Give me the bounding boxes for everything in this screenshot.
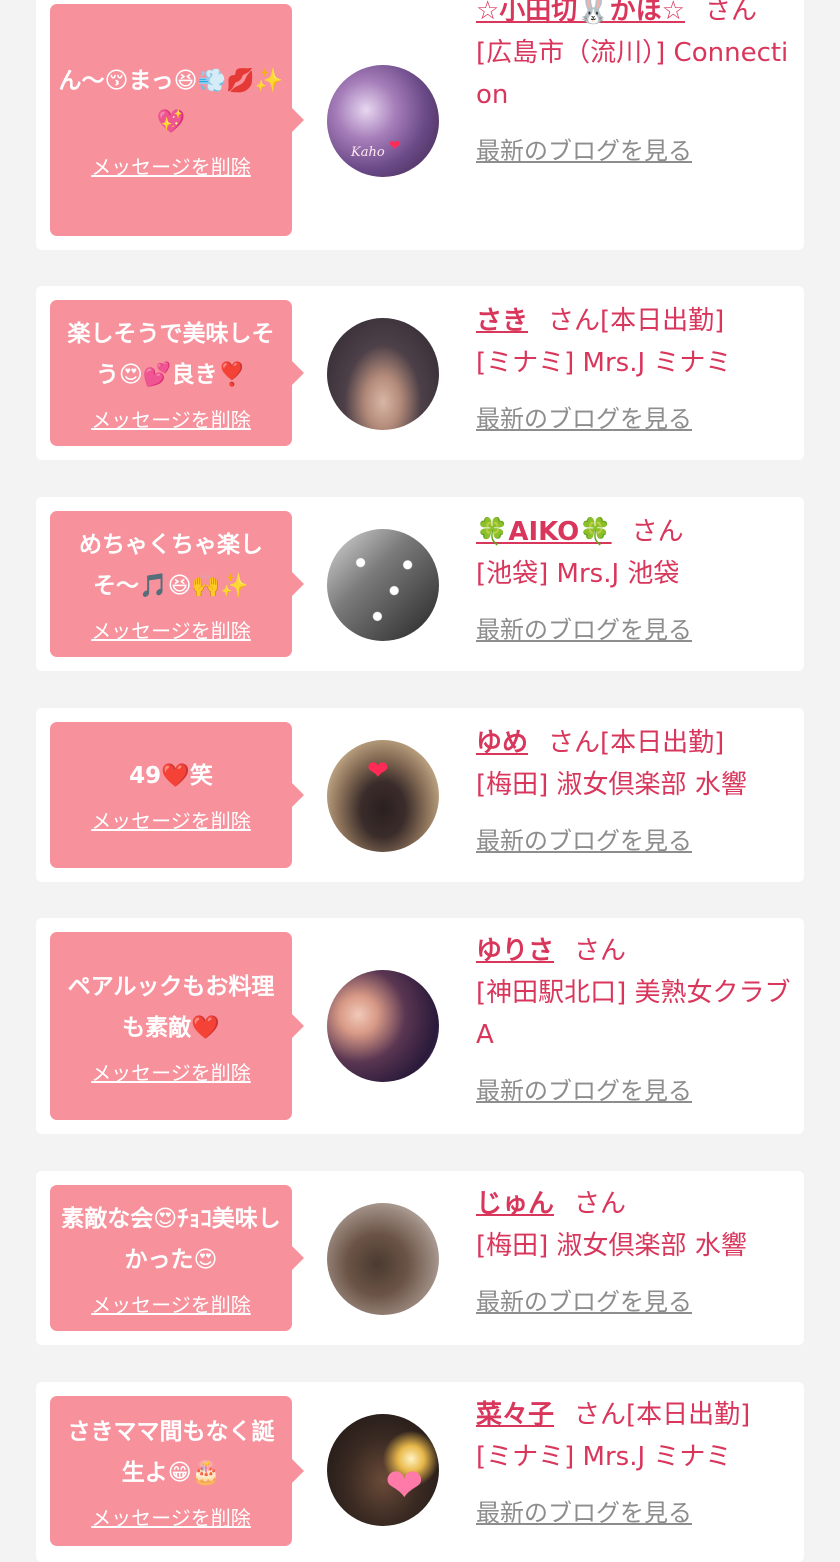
honorific: さん <box>631 517 684 547</box>
message-text: 素敵な会😍ﾁｮｺ美味しかった😍 <box>61 1205 281 1273</box>
work-status: [本日出勤] <box>600 728 725 758</box>
message-bubble: 素敵な会😍ﾁｮｺ美味しかった😍 メッセージを削除 <box>50 1185 304 1331</box>
name-line: さき さん[本日出勤] <box>476 300 798 342</box>
cast-name-link[interactable]: 菜々子 <box>476 1400 554 1430</box>
work-status: [本日出勤] <box>626 1400 751 1430</box>
avatar[interactable]: ❤ <box>327 740 439 852</box>
honorific: さん <box>574 1400 627 1430</box>
profile-info: ゆりさ さん [神田駅北口] 美熟女クラブA 最新のブログを見る <box>476 930 798 1112</box>
profile-info: 🍀AIKO🍀 さん [池袋] Mrs.J 池袋 最新のブログを見る <box>476 511 798 651</box>
honorific: さん <box>548 306 601 336</box>
message-card: ペアルックもお料理も素敵❤️ メッセージを削除 ゆりさ さん [神田駅北口] 美熟… <box>36 918 804 1134</box>
latest-blog-link[interactable]: 最新のブログを見る <box>476 1281 692 1323</box>
latest-blog-link[interactable]: 最新のブログを見る <box>476 398 692 440</box>
shop-info: [梅田] 淑女倶楽部 水響 <box>476 1231 747 1261</box>
delete-message-link[interactable]: メッセージを削除 <box>91 1057 251 1086</box>
message-bubble: 49❤️笑 メッセージを削除 <box>50 722 304 868</box>
shop-info: [広島市（流川）] Connection <box>476 38 789 110</box>
avatar-signature: Kaho <box>351 145 385 160</box>
message-text: 楽しそうで美味しそう😍💕良き❣️ <box>67 320 275 388</box>
profile-info: じゅん さん [梅田] 淑女倶楽部 水響 最新のブログを見る <box>476 1183 798 1323</box>
message-card: さきママ間もなく誕生よ😁🎂 メッセージを削除 ❤ 菜々子 さん[本日出勤] [ミナ… <box>36 1382 804 1562</box>
name-line: ゆりさ さん <box>476 930 798 972</box>
message-text: めちゃくちゃ楽しそ〜🎵😆🙌✨ <box>79 531 263 599</box>
heart-icon: ❤ <box>389 138 401 154</box>
shop-info: [神田駅北口] 美熟女クラブA <box>476 978 791 1050</box>
message-text: さきママ間もなく誕生よ😁🎂 <box>67 1418 275 1486</box>
cast-name-link[interactable]: ゆりさ <box>476 936 554 966</box>
avatar[interactable] <box>327 1203 439 1315</box>
latest-blog-link[interactable]: 最新のブログを見る <box>476 1070 692 1112</box>
avatar[interactable]: ❤ <box>327 1414 439 1526</box>
shop-info: [ミナミ] Mrs.J ミナミ <box>476 1442 732 1472</box>
name-line: ゆめ さん[本日出勤] <box>476 722 798 764</box>
message-text: 49❤️笑 <box>129 763 213 789</box>
delete-message-link[interactable]: メッセージを削除 <box>91 404 251 433</box>
cast-name-link[interactable]: ゆめ <box>476 728 528 758</box>
latest-blog-link[interactable]: 最新のブログを見る <box>476 820 692 862</box>
cast-name-link[interactable]: 🍀AIKO🍀 <box>476 517 612 547</box>
message-card: ん〜😚まっ😆💨💋✨💖 メッセージを削除 Kaho ❤ ☆小田切🐰かほ☆ さん [広… <box>36 0 804 250</box>
message-card: めちゃくちゃ楽しそ〜🎵😆🙌✨ メッセージを削除 🍀AIKO🍀 さん [池袋] Mr… <box>36 497 804 671</box>
honorific: さん <box>574 1189 627 1219</box>
name-line: 🍀AIKO🍀 さん <box>476 511 798 553</box>
work-status: [本日出勤] <box>600 306 725 336</box>
heart-icon: ❤ <box>367 756 389 786</box>
cast-name-link[interactable]: さき <box>476 306 528 336</box>
message-bubble: ペアルックもお料理も素敵❤️ メッセージを削除 <box>50 932 304 1120</box>
message-text: ん〜😚まっ😆💨💋✨💖 <box>58 67 284 135</box>
favorite-messages-page: { "colors": { "background": "#f3f3f3", "… <box>0 0 840 1562</box>
shop-info: [ミナミ] Mrs.J ミナミ <box>476 348 732 378</box>
avatar[interactable]: Kaho ❤ <box>327 65 439 177</box>
name-line: じゅん さん <box>476 1183 798 1225</box>
shop-info: [梅田] 淑女倶楽部 水響 <box>476 770 747 800</box>
profile-info: さき さん[本日出勤] [ミナミ] Mrs.J ミナミ 最新のブログを見る <box>476 300 798 440</box>
honorific: さん <box>574 936 627 966</box>
profile-info: ゆめ さん[本日出勤] [梅田] 淑女倶楽部 水響 最新のブログを見る <box>476 722 798 862</box>
delete-message-link[interactable]: メッセージを削除 <box>91 615 251 644</box>
latest-blog-link[interactable]: 最新のブログを見る <box>476 1492 692 1534</box>
message-bubble: さきママ間もなく誕生よ😁🎂 メッセージを削除 <box>50 1396 304 1546</box>
shop-info: [池袋] Mrs.J 池袋 <box>476 559 680 589</box>
name-line: 菜々子 さん[本日出勤] <box>476 1394 798 1436</box>
honorific: さん <box>548 728 601 758</box>
name-line: ☆小田切🐰かほ☆ さん <box>476 0 798 32</box>
message-text: ペアルックもお料理も素敵❤️ <box>67 973 275 1041</box>
latest-blog-link[interactable]: 最新のブログを見る <box>476 130 692 172</box>
avatar[interactable] <box>327 318 439 430</box>
delete-message-link[interactable]: メッセージを削除 <box>91 1289 251 1318</box>
heart-icon: ❤ <box>385 1458 424 1512</box>
message-bubble: ん〜😚まっ😆💨💋✨💖 メッセージを削除 <box>50 4 304 236</box>
delete-message-link[interactable]: メッセージを削除 <box>91 805 251 834</box>
profile-info: ☆小田切🐰かほ☆ さん [広島市（流川）] Connection 最新のブログを見… <box>476 0 798 172</box>
message-bubble: 楽しそうで美味しそう😍💕良き❣️ メッセージを削除 <box>50 300 304 446</box>
cast-name-link[interactable]: じゅん <box>476 1189 554 1219</box>
avatar[interactable] <box>327 970 439 1082</box>
latest-blog-link[interactable]: 最新のブログを見る <box>476 609 692 651</box>
delete-message-link[interactable]: メッセージを削除 <box>91 1502 251 1531</box>
message-card: 素敵な会😍ﾁｮｺ美味しかった😍 メッセージを削除 じゅん さん [梅田] 淑女倶楽… <box>36 1171 804 1345</box>
honorific: さん <box>705 0 758 26</box>
message-bubble: めちゃくちゃ楽しそ〜🎵😆🙌✨ メッセージを削除 <box>50 511 304 657</box>
profile-info: 菜々子 さん[本日出勤] [ミナミ] Mrs.J ミナミ 最新のブログを見る <box>476 1394 798 1534</box>
message-card: 49❤️笑 メッセージを削除 ❤ ゆめ さん[本日出勤] [梅田] 淑女倶楽部 水… <box>36 708 804 882</box>
cast-name-link[interactable]: ☆小田切🐰かほ☆ <box>476 0 685 26</box>
delete-message-link[interactable]: メッセージを削除 <box>91 151 251 180</box>
avatar[interactable] <box>327 529 439 641</box>
message-card: 楽しそうで美味しそう😍💕良き❣️ メッセージを削除 さき さん[本日出勤] [ミナ… <box>36 286 804 460</box>
